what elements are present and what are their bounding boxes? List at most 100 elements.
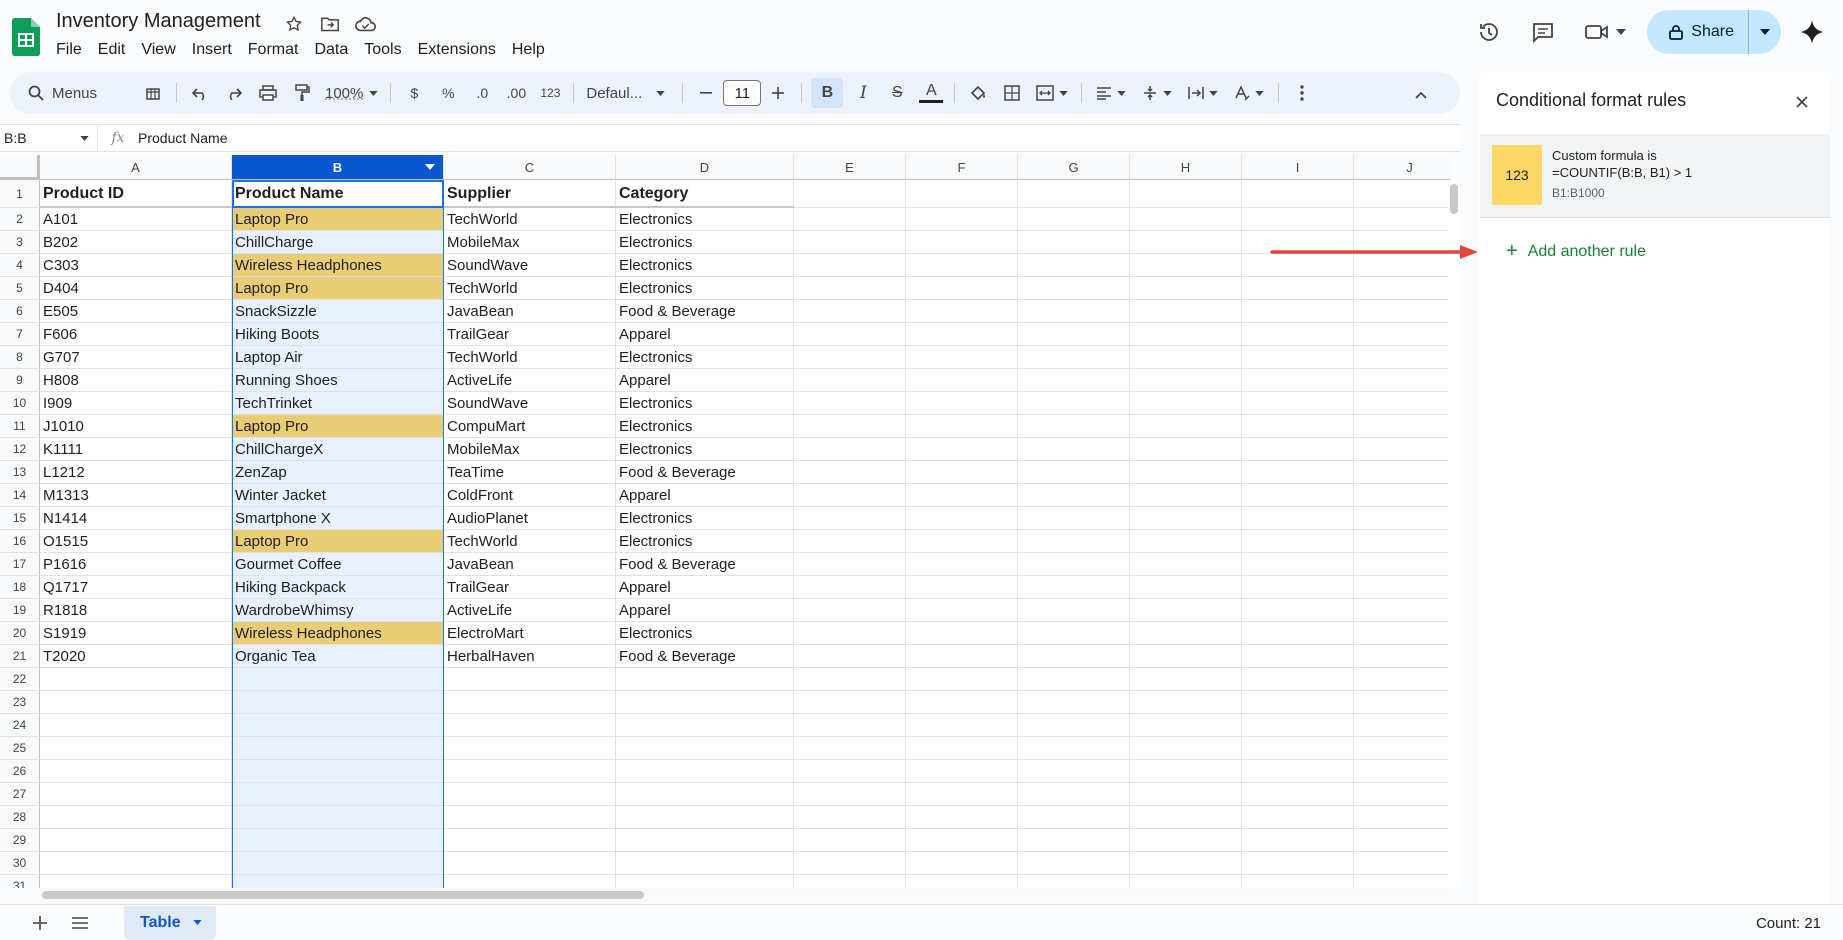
strikethrough-button[interactable]: S xyxy=(883,78,911,108)
table-cell[interactable] xyxy=(794,668,906,691)
table-cell[interactable] xyxy=(1354,645,1450,668)
table-cell[interactable]: Laptop Pro xyxy=(232,530,444,553)
table-cell[interactable] xyxy=(1354,553,1450,576)
table-cell[interactable] xyxy=(232,829,444,852)
table-cell[interactable] xyxy=(1354,392,1450,415)
table-cell[interactable] xyxy=(1354,852,1450,875)
table-cell[interactable] xyxy=(232,668,444,691)
table-cell[interactable] xyxy=(1242,415,1354,438)
spreadsheet-grid[interactable]: A B C D E F G H I J 1 Product ID Product Name Supplie… xyxy=(0,155,1450,888)
table-cell[interactable] xyxy=(1130,438,1242,461)
table-cell[interactable] xyxy=(1018,645,1130,668)
table-cell[interactable]: SoundWave xyxy=(444,254,616,277)
table-cell[interactable]: Laptop Pro xyxy=(232,208,444,231)
header-cell[interactable]: Supplier xyxy=(444,180,616,208)
table-cell[interactable] xyxy=(1242,392,1354,415)
header-cell[interactable] xyxy=(906,180,1018,208)
row-header[interactable]: 9 xyxy=(0,369,40,392)
table-cell[interactable]: S1919 xyxy=(40,622,232,645)
table-cell[interactable] xyxy=(444,806,616,829)
table-cell[interactable] xyxy=(1242,829,1354,852)
column-header-e[interactable]: E xyxy=(794,155,906,180)
table-cell[interactable] xyxy=(1130,760,1242,783)
borders-icon[interactable] xyxy=(998,78,1026,108)
table-cell[interactable] xyxy=(616,783,794,806)
table-cell[interactable] xyxy=(1018,346,1130,369)
table-cell[interactable] xyxy=(1242,852,1354,875)
table-cell[interactable] xyxy=(906,208,1018,231)
table-cell[interactable]: Food & Beverage xyxy=(616,645,794,668)
table-cell[interactable] xyxy=(1130,622,1242,645)
zoom-select[interactable]: 100% xyxy=(319,85,384,102)
table-cell[interactable]: Apparel xyxy=(616,599,794,622)
table-cell[interactable] xyxy=(1242,783,1354,806)
table-cell[interactable] xyxy=(1242,438,1354,461)
table-cell[interactable] xyxy=(906,852,1018,875)
bold-button[interactable]: B xyxy=(811,78,844,108)
table-cell[interactable]: G707 xyxy=(40,346,232,369)
table-cell[interactable] xyxy=(1130,300,1242,323)
header-cell[interactable] xyxy=(1354,180,1450,208)
table-cell[interactable] xyxy=(906,415,1018,438)
column-header-g[interactable]: G xyxy=(1018,155,1130,180)
column-menu-chevron-down-icon[interactable] xyxy=(425,164,435,170)
table-cell[interactable] xyxy=(794,852,906,875)
column-header-i[interactable]: I xyxy=(1242,155,1354,180)
table-cell[interactable] xyxy=(1018,714,1130,737)
table-cell[interactable]: Electronics xyxy=(616,530,794,553)
table-cell[interactable] xyxy=(232,714,444,737)
table-cell[interactable]: K1111 xyxy=(40,438,232,461)
table-cell[interactable] xyxy=(906,277,1018,300)
table-cell[interactable] xyxy=(794,323,906,346)
table-cell[interactable]: TechWorld xyxy=(444,277,616,300)
table-cell[interactable] xyxy=(906,645,1018,668)
table-cell[interactable]: L1212 xyxy=(40,461,232,484)
table-cell[interactable]: TechWorld xyxy=(444,208,616,231)
row-header[interactable]: 12 xyxy=(0,438,40,461)
paint-format-icon[interactable] xyxy=(288,78,316,108)
table-cell[interactable] xyxy=(616,668,794,691)
table-cell[interactable]: Hiking Boots xyxy=(232,323,444,346)
column-header-j[interactable]: J xyxy=(1354,155,1450,180)
row-header[interactable]: 13 xyxy=(0,461,40,484)
table-cell[interactable] xyxy=(616,760,794,783)
table-cell[interactable] xyxy=(616,829,794,852)
table-cell[interactable] xyxy=(444,737,616,760)
table-cell[interactable] xyxy=(1354,668,1450,691)
table-cell[interactable] xyxy=(444,875,616,888)
table-cell[interactable] xyxy=(906,668,1018,691)
table-cell[interactable] xyxy=(1018,737,1130,760)
menu-file[interactable]: File xyxy=(48,38,90,62)
row-header[interactable]: 2 xyxy=(0,208,40,231)
table-cell[interactable] xyxy=(906,484,1018,507)
table-cell[interactable]: ActiveLife xyxy=(444,369,616,392)
table-cell[interactable]: Laptop Pro xyxy=(232,415,444,438)
table-cell[interactable] xyxy=(1354,507,1450,530)
column-header-h[interactable]: H xyxy=(1130,155,1242,180)
table-cell[interactable] xyxy=(1130,277,1242,300)
table-cell[interactable] xyxy=(794,277,906,300)
gemini-spark-icon[interactable] xyxy=(1795,15,1829,49)
table-cell[interactable]: Apparel xyxy=(616,323,794,346)
row-header[interactable]: 23 xyxy=(0,691,40,714)
comments-icon[interactable] xyxy=(1523,12,1563,52)
table-cell[interactable]: HerbalHaven xyxy=(444,645,616,668)
font-size-input[interactable]: 11 xyxy=(723,80,762,106)
table-cell[interactable] xyxy=(906,737,1018,760)
vertical-scrollbar[interactable] xyxy=(1448,182,1460,888)
table-cell[interactable] xyxy=(906,783,1018,806)
table-cell[interactable] xyxy=(1018,484,1130,507)
table-cell[interactable]: ActiveLife xyxy=(444,599,616,622)
table-cell[interactable] xyxy=(1130,852,1242,875)
table-cell[interactable] xyxy=(1354,691,1450,714)
header-cell[interactable]: Category xyxy=(616,180,794,208)
table-cell[interactable] xyxy=(40,783,232,806)
table-cell[interactable] xyxy=(906,829,1018,852)
text-color-button[interactable]: A xyxy=(917,78,945,108)
row-header[interactable]: 4 xyxy=(0,254,40,277)
table-cell[interactable] xyxy=(40,668,232,691)
table-cell[interactable] xyxy=(232,852,444,875)
table-cell[interactable]: Food & Beverage xyxy=(616,553,794,576)
table-cell[interactable] xyxy=(1018,622,1130,645)
meet-video-icon[interactable] xyxy=(1577,12,1633,52)
